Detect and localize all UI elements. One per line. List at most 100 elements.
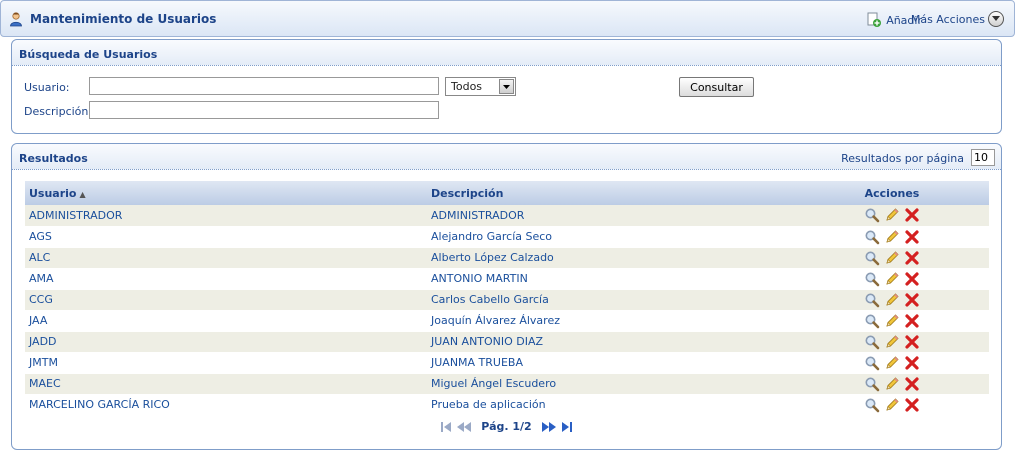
column-header-user[interactable]: Usuario ▲ (25, 181, 427, 205)
magnifier-icon[interactable] (864, 313, 880, 329)
cell-user[interactable]: ALC (25, 247, 427, 269)
cell-actions (795, 352, 989, 374)
pencil-icon[interactable] (884, 397, 900, 413)
pencil-icon[interactable] (884, 313, 900, 329)
per-page-input[interactable] (971, 149, 995, 166)
description-label: Descripción: (24, 105, 93, 118)
delete-icon[interactable] (904, 271, 920, 287)
delete-icon[interactable] (904, 250, 920, 266)
cell-description[interactable]: Alejandro García Seco (427, 226, 795, 248)
results-panel-title: Resultados (19, 152, 88, 165)
user-input[interactable] (89, 77, 439, 95)
cell-actions (795, 289, 989, 311)
search-button[interactable]: Consultar (679, 77, 754, 97)
chevron-down-icon (988, 11, 1004, 27)
magnifier-icon[interactable] (864, 397, 880, 413)
cell-description[interactable]: Carlos Cabello García (427, 289, 795, 311)
delete-icon[interactable] (904, 397, 920, 413)
description-input[interactable] (89, 101, 439, 119)
magnifier-icon[interactable] (864, 376, 880, 392)
delete-icon[interactable] (904, 229, 920, 245)
magnifier-icon[interactable] (864, 334, 880, 350)
search-panel: Búsqueda de Usuarios Usuario: Todos Cons… (11, 39, 1002, 134)
cell-actions (795, 394, 989, 416)
pencil-icon[interactable] (884, 355, 900, 371)
cell-actions (795, 310, 989, 332)
magnifier-icon[interactable] (864, 250, 880, 266)
filter-select[interactable]: Todos (445, 77, 516, 96)
header-bar: Mantenimiento de Usuarios Añadir Más Acc… (0, 0, 1015, 37)
cell-actions (795, 226, 989, 248)
delete-icon[interactable] (904, 207, 920, 223)
table-row: AGS Alejandro García Seco (25, 226, 989, 248)
previous-page-icon[interactable] (456, 421, 472, 433)
results-table: Usuario ▲ Descripción Acciones ADMINISTRA… (25, 181, 989, 416)
delete-icon[interactable] (904, 292, 920, 308)
cell-actions (795, 373, 989, 395)
magnifier-icon[interactable] (864, 229, 880, 245)
cell-user[interactable]: CCG (25, 289, 427, 311)
sort-ascending-icon: ▲ (79, 189, 86, 199)
results-panel-header: Resultados Resultados por página (12, 144, 1001, 170)
cell-description[interactable]: ANTONIO MARTIN (427, 268, 795, 290)
delete-icon[interactable] (904, 313, 920, 329)
pencil-icon[interactable] (884, 207, 900, 223)
add-icon (867, 12, 882, 27)
delete-icon[interactable] (904, 376, 920, 392)
cell-user[interactable]: JADD (25, 331, 427, 353)
table-row: ADMINISTRADOR ADMINISTRADOR (25, 205, 989, 227)
cell-description[interactable]: Alberto López Calzado (427, 247, 795, 269)
column-header-description[interactable]: Descripción (427, 181, 795, 205)
table-row: JADD JUAN ANTONIO DIAZ (25, 331, 989, 353)
cell-actions (795, 268, 989, 290)
cell-description[interactable]: JUANMA TRUEBA (427, 352, 795, 374)
magnifier-icon[interactable] (864, 292, 880, 308)
cell-user[interactable]: ADMINISTRADOR (25, 205, 427, 227)
more-actions-label: Más Acciones (910, 12, 985, 26)
delete-icon[interactable] (904, 334, 920, 350)
pencil-icon[interactable] (884, 376, 900, 392)
next-page-icon[interactable] (541, 421, 557, 433)
pencil-icon[interactable] (884, 250, 900, 266)
cell-actions (795, 247, 989, 269)
cell-user[interactable]: JMTM (25, 352, 427, 374)
table-row: CCG Carlos Cabello García (25, 289, 989, 311)
last-page-icon[interactable] (561, 421, 573, 433)
delete-icon[interactable] (904, 355, 920, 371)
table-row: MAEC Miguel Ángel Escudero (25, 373, 989, 395)
cell-user[interactable]: AMA (25, 268, 427, 290)
magnifier-icon[interactable] (864, 271, 880, 287)
select-arrow-icon (499, 79, 514, 94)
table-row: ALC Alberto López Calzado (25, 247, 989, 269)
pagination: Pág. 1/2 (12, 420, 1001, 433)
results-panel: Resultados Resultados por página Usuario… (11, 143, 1002, 450)
pencil-icon[interactable] (884, 292, 900, 308)
table-header-row: Usuario ▲ Descripción Acciones (25, 181, 989, 205)
search-panel-title: Búsqueda de Usuarios (19, 48, 158, 61)
magnifier-icon[interactable] (864, 207, 880, 223)
cell-description[interactable]: Joaquín Álvarez Álvarez (427, 310, 795, 332)
user-label: Usuario: (24, 81, 70, 94)
first-page-icon[interactable] (440, 421, 452, 433)
cell-user[interactable]: MAEC (25, 373, 427, 395)
table-row: AMA ANTONIO MARTIN (25, 268, 989, 290)
cell-user[interactable]: MARCELINO GARCÍA RICO (25, 394, 427, 416)
cell-user[interactable]: AGS (25, 226, 427, 248)
cell-description[interactable]: JUAN ANTONIO DIAZ (427, 331, 795, 353)
column-header-user-label: Usuario (29, 186, 77, 200)
page-indicator: Pág. 1/2 (481, 420, 532, 433)
table-row: JAA Joaquín Álvarez Álvarez (25, 310, 989, 332)
magnifier-icon[interactable] (864, 355, 880, 371)
search-panel-header: Búsqueda de Usuarios (12, 40, 1001, 66)
user-icon (8, 11, 24, 27)
pencil-icon[interactable] (884, 229, 900, 245)
cell-description[interactable]: Miguel Ángel Escudero (427, 373, 795, 395)
filter-select-value: Todos (451, 80, 483, 93)
cell-description[interactable]: Prueba de aplicación (427, 394, 795, 416)
pencil-icon[interactable] (884, 334, 900, 350)
per-page-label: Resultados por página (841, 152, 964, 165)
cell-user[interactable]: JAA (25, 310, 427, 332)
pencil-icon[interactable] (884, 271, 900, 287)
cell-description[interactable]: ADMINISTRADOR (427, 205, 795, 227)
more-actions-button[interactable]: Más Acciones (911, 11, 1004, 27)
